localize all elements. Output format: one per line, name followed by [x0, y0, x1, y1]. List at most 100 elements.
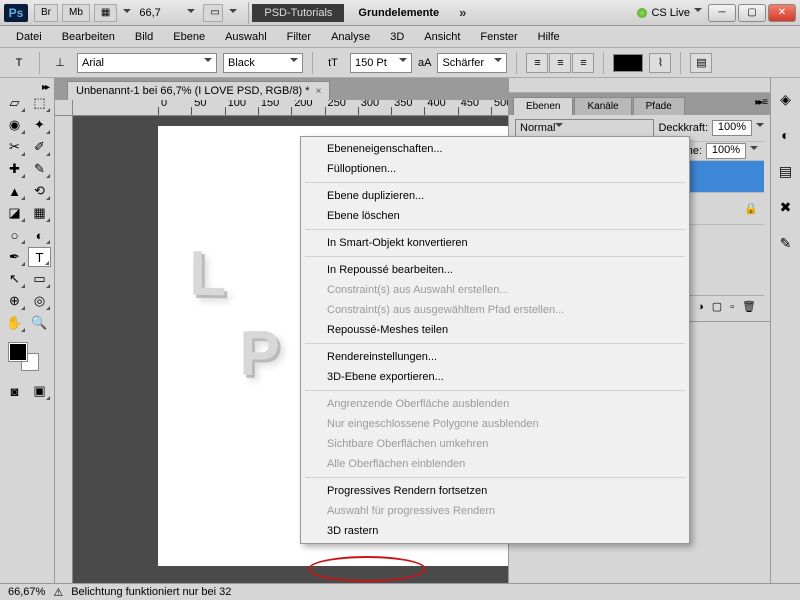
- lasso-tool[interactable]: ◉: [3, 115, 26, 135]
- view-extras-button[interactable]: ▭: [203, 4, 223, 22]
- adjustment-layer-icon[interactable]: ◑: [697, 301, 704, 313]
- context-menu-item[interactable]: Fülloptionen...: [303, 159, 687, 179]
- tab-pfade[interactable]: Pfade: [633, 97, 685, 115]
- context-menu-item[interactable]: In Smart-Objekt konvertieren: [303, 233, 687, 253]
- screen-mode-button[interactable]: ▦: [94, 4, 117, 22]
- history-panel-icon[interactable]: ▤: [776, 162, 796, 180]
- chevron-down-icon[interactable]: [185, 7, 197, 19]
- character-panel-button[interactable]: ▤: [690, 53, 712, 73]
- foreground-color-swatch[interactable]: [9, 343, 27, 361]
- minimize-button[interactable]: ─: [708, 4, 736, 22]
- crop-tool[interactable]: ✂: [3, 137, 26, 157]
- zoom-tool[interactable]: 🔍: [28, 313, 51, 333]
- new-layer-icon[interactable]: ▫: [730, 301, 734, 313]
- ruler-origin[interactable]: [55, 100, 73, 116]
- menu-analyse[interactable]: Analyse: [323, 29, 378, 45]
- antialias-combo[interactable]: Schärfer: [437, 53, 507, 73]
- panel-menu-icon[interactable]: ▸▸ ≡: [755, 97, 766, 108]
- 3d-rotate-tool[interactable]: ⊕: [3, 291, 26, 311]
- gradient-tool[interactable]: ▦: [28, 203, 51, 223]
- bridge-button[interactable]: Br: [34, 4, 58, 22]
- context-menu-item[interactable]: Ebene löschen: [303, 206, 687, 226]
- color-swatches[interactable]: [3, 341, 51, 377]
- context-menu-item[interactable]: Ebene duplizieren...: [303, 186, 687, 206]
- 3d-camera-tool[interactable]: ◎: [28, 291, 51, 311]
- hand-tool[interactable]: ✋: [3, 313, 26, 333]
- adjustments-panel-icon[interactable]: ◐: [776, 126, 796, 144]
- menu-ansicht[interactable]: Ansicht: [416, 29, 468, 45]
- text-orientation-button[interactable]: ⊥: [49, 52, 71, 74]
- dodge-tool[interactable]: ◐: [28, 225, 51, 245]
- minibridge-button[interactable]: Mb: [62, 4, 90, 22]
- chevron-right-icon[interactable]: [756, 123, 764, 133]
- path-select-tool[interactable]: ↖: [3, 269, 26, 289]
- cs-live-button[interactable]: CS Live: [637, 7, 702, 19]
- tools-panel-icon[interactable]: ✖: [776, 198, 796, 216]
- magic-wand-tool[interactable]: ✦: [28, 115, 51, 135]
- warp-text-button[interactable]: ⌇: [649, 53, 671, 73]
- opacity-input[interactable]: 100%: [712, 120, 752, 136]
- text-color-swatch[interactable]: [613, 54, 643, 72]
- menu-bild[interactable]: Bild: [127, 29, 161, 45]
- tab-ebenen[interactable]: Ebenen: [513, 97, 573, 115]
- menu-ebene[interactable]: Ebene: [165, 29, 213, 45]
- context-menu-item[interactable]: Repoussé-Meshes teilen: [303, 320, 687, 340]
- align-center-button[interactable]: ≡: [549, 53, 571, 73]
- eyedropper-tool[interactable]: ✐: [28, 137, 51, 157]
- menu-hilfe[interactable]: Hilfe: [530, 29, 568, 45]
- menu-bearbeiten[interactable]: Bearbeiten: [54, 29, 123, 45]
- context-menu-item[interactable]: Progressives Rendern fortsetzen: [303, 481, 687, 501]
- menu-separator: [305, 477, 685, 478]
- zoom-level[interactable]: 66,7: [139, 7, 185, 19]
- tab-kanaele[interactable]: Kanäle: [574, 97, 631, 115]
- move-tool[interactable]: ▱: [3, 93, 26, 113]
- shape-tool[interactable]: ▭: [28, 269, 51, 289]
- menu-datei[interactable]: Datei: [8, 29, 50, 45]
- healing-tool[interactable]: ✚: [3, 159, 26, 179]
- context-menu-item[interactable]: 3D rastern: [303, 521, 687, 541]
- marquee-tool[interactable]: ⬚: [28, 93, 51, 113]
- blur-tool[interactable]: ○: [3, 225, 26, 245]
- maximize-button[interactable]: ▢: [738, 4, 766, 22]
- fill-input[interactable]: 100%: [706, 143, 746, 159]
- document-tab[interactable]: Unbenannt-1 bei 66,7% (I LOVE PSD, RGB/8…: [67, 81, 330, 100]
- history-brush-tool[interactable]: ⟲: [28, 181, 51, 201]
- menu-fenster[interactable]: Fenster: [472, 29, 525, 45]
- pen-tool[interactable]: ✒: [3, 247, 26, 267]
- chevron-down-icon[interactable]: [227, 7, 239, 19]
- align-right-button[interactable]: ≡: [572, 53, 594, 73]
- chevron-right-icon[interactable]: [750, 146, 758, 156]
- workspace-tab-grundelemente[interactable]: Grundelemente: [346, 4, 451, 22]
- ruler-horizontal[interactable]: 050100150200250300350400450500550600: [73, 100, 508, 116]
- close-icon[interactable]: ×: [316, 86, 322, 97]
- context-menu-item[interactable]: Rendereinstellungen...: [303, 347, 687, 367]
- screen-mode-tool[interactable]: ▣: [28, 381, 51, 401]
- close-button[interactable]: ✕: [768, 4, 796, 22]
- more-workspaces-icon[interactable]: »: [459, 5, 463, 20]
- menu-filter[interactable]: Filter: [279, 29, 319, 45]
- brushes-panel-icon[interactable]: ✎: [776, 234, 796, 252]
- workspace-tab-psd-tutorials[interactable]: PSD-Tutorials: [252, 4, 344, 22]
- group-icon[interactable]: ▢: [712, 300, 722, 313]
- ruler-vertical[interactable]: [55, 116, 73, 583]
- context-menu-item[interactable]: In Repoussé bearbeiten...: [303, 260, 687, 280]
- brush-tool[interactable]: ✎: [28, 159, 51, 179]
- font-family-combo[interactable]: Arial: [77, 53, 217, 73]
- stamp-tool[interactable]: ▲: [3, 181, 26, 201]
- font-size-combo[interactable]: 150 Pt: [350, 53, 412, 73]
- status-zoom[interactable]: 66,67%: [8, 586, 45, 598]
- layers-panel-icon[interactable]: ◈: [776, 90, 796, 108]
- menu-3d[interactable]: 3D: [382, 29, 412, 45]
- font-weight-combo[interactable]: Black: [223, 53, 303, 73]
- context-menu-item[interactable]: 3D-Ebene exportieren...: [303, 367, 687, 387]
- type-tool[interactable]: T: [28, 247, 51, 267]
- align-left-button[interactable]: ≡: [526, 53, 548, 73]
- context-menu-item[interactable]: Ebeneneigenschaften...: [303, 139, 687, 159]
- delete-layer-icon[interactable]: 🗑: [742, 300, 756, 313]
- eraser-tool[interactable]: ◪: [3, 203, 26, 223]
- blend-mode-combo[interactable]: Normal: [515, 119, 654, 137]
- chevron-down-icon[interactable]: [121, 7, 133, 19]
- menu-auswahl[interactable]: Auswahl: [217, 29, 275, 45]
- quick-mask-button[interactable]: ◙: [3, 381, 26, 401]
- collapse-icon[interactable]: ▸▸: [3, 82, 51, 93]
